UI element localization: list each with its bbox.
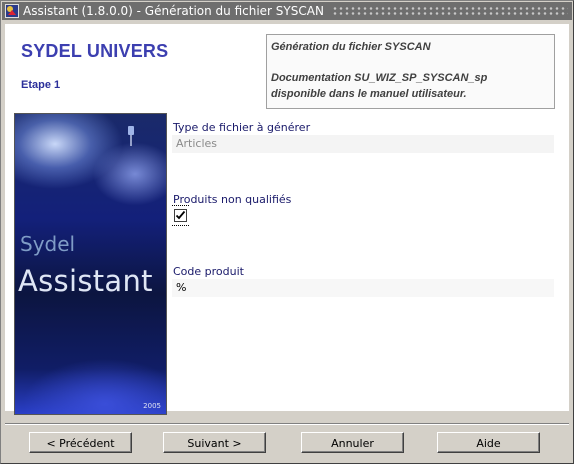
title-bar[interactable]: Assistant (1.8.0.0) - Génération du fich… <box>2 2 572 20</box>
help-button[interactable]: Aide <box>437 432 540 453</box>
product-code-field[interactable]: % <box>172 279 554 297</box>
info-title: Génération du fichier SYSCAN <box>271 41 431 53</box>
step-label: Etape 1 <box>21 79 61 91</box>
wizard-content: SYDEL UNIVERS Etape 1 Génération du fich… <box>5 24 569 415</box>
info-doc-line2: disponible dans le manuel utilisateur. <box>271 88 467 100</box>
button-bar: < Précédent Suivant > Annuler Aide <box>5 415 569 459</box>
info-doc-line1: Documentation SU_WIZ_SP_SYSCAN_sp <box>271 72 488 84</box>
splash-sydel-text: Sydel <box>20 232 76 256</box>
info-box: Génération du fichier SYSCAN Documentati… <box>266 34 555 109</box>
splash-assistant-text: Assistant <box>18 264 153 298</box>
next-button[interactable]: Suivant > <box>163 432 266 453</box>
separator <box>5 423 569 425</box>
splash-image: Sydel Assistant 2005 <box>14 113 167 415</box>
checkmark-icon <box>175 210 186 220</box>
window-title: Assistant (1.8.0.0) - Génération du fich… <box>23 4 324 18</box>
pin-icon <box>128 126 134 146</box>
product-code-label: Code produit <box>173 265 244 278</box>
title-bar-grip <box>331 6 568 16</box>
unqualified-products-label: Produits non qualifiés <box>173 193 292 206</box>
unqualified-products-checkbox[interactable] <box>174 209 187 222</box>
app-icon <box>5 4 19 18</box>
cancel-button[interactable]: Annuler <box>301 432 404 453</box>
previous-button[interactable]: < Précédent <box>29 432 132 453</box>
splash-year: 2005 <box>143 402 161 410</box>
file-type-field[interactable]: Articles <box>172 135 554 153</box>
unqualified-products-checkbox-focus[interactable] <box>172 205 189 226</box>
file-type-label: Type de fichier à générer <box>173 121 311 134</box>
wizard-window: Assistant (1.8.0.0) - Génération du fich… <box>0 0 574 464</box>
brand-title: SYDEL UNIVERS <box>21 41 169 61</box>
